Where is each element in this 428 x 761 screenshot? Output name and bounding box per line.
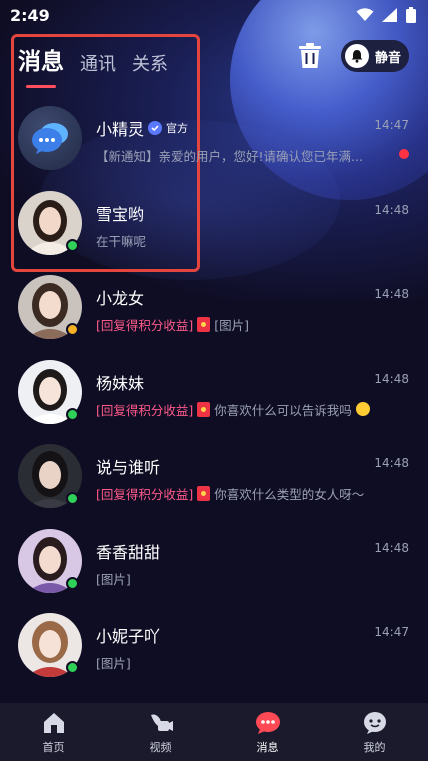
verified-icon — [148, 121, 163, 135]
reward-tag: [回复得积分收益] — [96, 402, 194, 418]
trash-icon — [299, 43, 321, 68]
battery-icon — [406, 7, 416, 23]
nav-profile-label: 我的 — [363, 740, 386, 754]
status-time: 2:49 — [10, 5, 50, 25]
system-avatar — [18, 106, 82, 170]
clear-messages-button[interactable] — [294, 40, 326, 72]
online-status-dot — [66, 492, 79, 505]
online-status-dot — [66, 238, 79, 252]
video-icon — [148, 710, 174, 736]
reward-tag: [回复得积分收益] — [96, 487, 194, 502]
message-time: 14:47 — [374, 118, 409, 132]
conversation-name: 杨妹妹 — [96, 370, 144, 394]
conversation-item[interactable]: 杨妹妹 14:48 [回复得积分收益] 你喜欢什么可以告诉我吗 — [0, 340, 428, 425]
nav-messages-label: 消息 — [256, 740, 279, 754]
message-preview: [图片] — [96, 569, 131, 588]
nav-video-label: 视频 — [149, 740, 172, 754]
conversation-list: 小精灵 官方 14:47 【新通知】亲爱的用户，您好!请确认您已年满... 雪宝… — [0, 86, 428, 678]
message-text: [图片] — [214, 318, 250, 333]
conversation-item[interactable]: 小妮子吖 14:47 [图片] — [0, 593, 428, 678]
reward-tag: [回复得积分收益] — [96, 318, 194, 333]
header-bar: 消息 通讯 关系 静音 — [0, 36, 428, 88]
bottom-nav: 首页 视频 消息 我的 — [0, 703, 428, 761]
online-status-dot — [66, 576, 79, 590]
red-envelope-icon — [197, 401, 211, 417]
conversation-name: 说与谁听 — [96, 454, 160, 478]
conversation-item[interactable]: 雪宝哟 14:48 在干嘛呢 — [0, 171, 428, 256]
status-bar: 2:49 — [0, 0, 428, 30]
online-status-dot — [66, 661, 79, 674]
conversation-name: 小精灵 官方 — [96, 116, 188, 140]
nav-messages[interactable]: 消息 — [228, 710, 308, 755]
mute-button[interactable]: 静音 — [341, 40, 409, 72]
message-time: 14:48 — [374, 202, 409, 217]
message-preview: [回复得积分收益] 你喜欢什么可以告诉我吗 — [96, 400, 370, 419]
tab-messages[interactable]: 消息 — [18, 42, 64, 88]
contact-name: 小龙女 — [96, 289, 145, 308]
red-envelope-icon — [197, 317, 211, 332]
conversation-item[interactable]: 说与谁听 14:48 [回复得积分收益] 你喜欢什么类型的女人呀～ — [0, 424, 428, 509]
message-preview: [回复得积分收益] 你喜欢什么类型的女人呀～ — [96, 484, 364, 503]
message-preview: [图片] — [96, 653, 131, 672]
contact-name: 小精灵 — [96, 120, 145, 139]
message-time: 14:48 — [374, 540, 409, 555]
conversation-name: 香香甜甜 — [96, 539, 160, 563]
message-time: 14:48 — [374, 287, 409, 301]
contact-name: 小妮子吖 — [96, 627, 161, 646]
unread-dot — [399, 149, 409, 159]
signal-icon — [382, 8, 397, 22]
message-preview: 在干嘛呢 — [96, 231, 146, 250]
conversation-name: 小妮子吖 — [96, 623, 160, 647]
message-text: 你喜欢什么可以告诉我吗 — [214, 402, 352, 418]
bell-icon — [345, 44, 369, 68]
message-time: 14:48 — [374, 371, 409, 386]
message-icon — [255, 710, 281, 736]
away-status-dot — [66, 323, 79, 336]
tab-messages-label: 消息 — [18, 49, 64, 75]
contact-name: 雪宝哟 — [96, 204, 145, 224]
chat-bubble-icon — [32, 123, 68, 154]
message-text: [图片] — [96, 656, 131, 671]
nav-video[interactable]: 视频 — [121, 710, 201, 755]
conversation-item[interactable]: 小精灵 官方 14:47 【新通知】亲爱的用户，您好!请确认您已年满... — [0, 86, 428, 171]
contact-name: 香香甜甜 — [96, 542, 161, 562]
red-envelope-icon — [197, 486, 211, 501]
profile-icon — [362, 710, 388, 736]
mute-label: 静音 — [375, 50, 402, 66]
message-time: 14:48 — [374, 456, 409, 470]
contact-name: 杨妹妹 — [96, 373, 145, 393]
contact-name: 说与谁听 — [96, 458, 161, 477]
tab-bar: 消息 通讯 关系 — [18, 42, 168, 88]
smile-emoji-icon — [355, 402, 370, 416]
message-text: 【新通知】亲爱的用户，您好!请确认您已年满... — [96, 149, 363, 164]
online-status-dot — [66, 407, 79, 421]
home-icon — [41, 710, 67, 736]
tab-relations[interactable]: 关系 — [132, 50, 168, 76]
conversation-item[interactable]: 香香甜甜 14:48 [图片] — [0, 509, 428, 594]
message-preview: 【新通知】亲爱的用户，您好!请确认您已年满... — [96, 146, 363, 165]
official-badge: 官方 — [166, 122, 189, 135]
nav-home-label: 首页 — [42, 740, 65, 754]
tab-contacts[interactable]: 通讯 — [80, 50, 116, 76]
conversation-name: 雪宝哟 — [96, 201, 144, 225]
message-time: 14:47 — [374, 625, 409, 639]
nav-profile[interactable]: 我的 — [335, 710, 415, 755]
wifi-icon — [356, 8, 374, 21]
conversation-item[interactable]: 小龙女 14:48 [回复得积分收益] [图片] — [0, 255, 428, 340]
message-text: 在干嘛呢 — [96, 233, 147, 249]
message-text: 你喜欢什么类型的女人呀～ — [214, 487, 365, 502]
nav-home[interactable]: 首页 — [14, 710, 94, 755]
message-text: [图片] — [96, 571, 131, 587]
message-preview: [回复得积分收益] [图片] — [96, 315, 249, 334]
conversation-name: 小龙女 — [96, 285, 144, 309]
